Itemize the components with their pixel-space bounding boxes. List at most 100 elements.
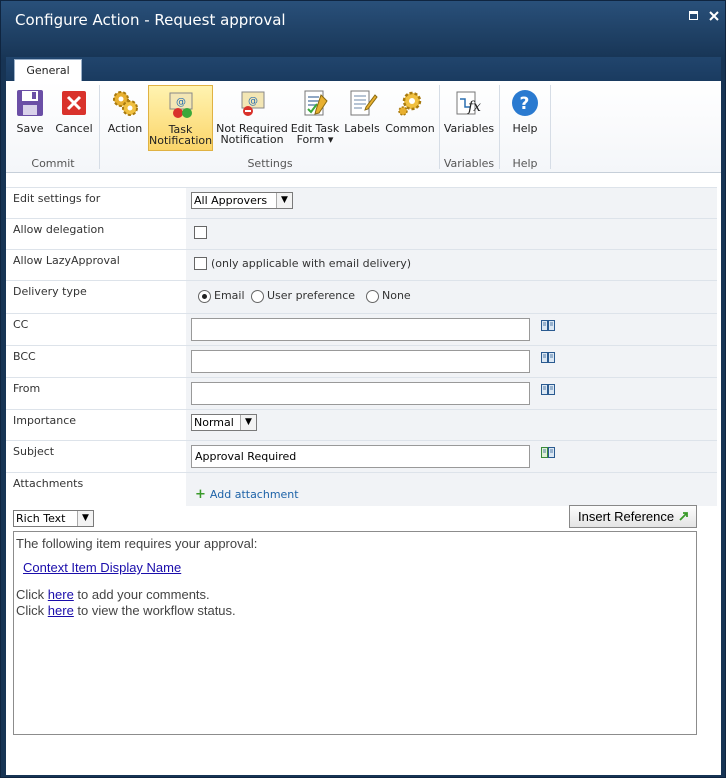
address-book-icon[interactable] bbox=[541, 320, 555, 331]
subject-input[interactable]: Approval Required bbox=[191, 445, 530, 468]
action-label: Action bbox=[107, 122, 143, 135]
help-icon: ? bbox=[512, 90, 538, 116]
bcc-cell bbox=[186, 346, 717, 377]
bcc-input[interactable] bbox=[191, 350, 530, 373]
attachments-cell: + Add attachment bbox=[186, 473, 717, 506]
action-button[interactable]: Action bbox=[105, 85, 145, 151]
lazyapproval-note: (only applicable with email delivery) bbox=[211, 257, 412, 270]
delivery-type-label: Delivery type bbox=[13, 285, 87, 298]
row-cc: CC bbox=[6, 313, 717, 345]
delivery-email-radio[interactable] bbox=[198, 290, 211, 303]
cancel-label: Cancel bbox=[55, 122, 93, 135]
edit-form-icon bbox=[304, 90, 328, 116]
dialog-title: Configure Action - Request approval bbox=[15, 11, 286, 29]
row-allow-lazyapproval: Allow LazyApproval (only applicable with… bbox=[6, 249, 717, 280]
ribbon: Save Cancel Action @ Task Notification @… bbox=[6, 81, 721, 173]
svg-text:@: @ bbox=[176, 97, 186, 108]
tab-general[interactable]: General bbox=[14, 59, 82, 83]
dropdown-arrow-icon: ▾ bbox=[324, 133, 334, 146]
configure-action-dialog: Configure Action - Request approval Gene… bbox=[0, 0, 726, 778]
help-button[interactable]: ? Help bbox=[505, 85, 545, 151]
row-from: From bbox=[6, 377, 717, 409]
row-subject: Subject Approval Required bbox=[6, 440, 717, 472]
row-delivery-type: Delivery type Email User preference None bbox=[6, 280, 717, 313]
dialog-content: General Save Cancel Action @ Task Notifi… bbox=[6, 57, 721, 775]
edit-settings-for-select[interactable]: All Approvers ▼ bbox=[191, 192, 293, 209]
save-button[interactable]: Save bbox=[10, 85, 50, 151]
variables-label: Variables bbox=[443, 122, 495, 135]
not-required-notification-button[interactable]: @ Not Required Notification bbox=[216, 85, 288, 151]
body-status-text: to view the workflow status. bbox=[73, 603, 236, 618]
allow-lazyapproval-checkbox[interactable] bbox=[194, 257, 207, 270]
not-required-notification-icon: @ bbox=[241, 91, 265, 116]
status-here-link[interactable]: here bbox=[48, 603, 74, 618]
close-icon[interactable] bbox=[707, 9, 721, 23]
svg-text:@: @ bbox=[248, 96, 258, 107]
task-notification-button[interactable]: @ Task Notification bbox=[148, 85, 213, 151]
delivery-email-label: Email bbox=[214, 289, 245, 302]
row-attachments: Attachments + Add attachment bbox=[6, 472, 717, 506]
common-button[interactable]: Common bbox=[385, 85, 435, 151]
allow-delegation-cell bbox=[186, 219, 717, 249]
cancel-button[interactable]: Cancel bbox=[54, 85, 94, 151]
from-cell bbox=[186, 378, 717, 409]
subject-label: Subject bbox=[13, 445, 55, 458]
edit-settings-for-cell: All Approvers ▼ bbox=[186, 188, 717, 218]
row-bcc: BCC bbox=[6, 345, 717, 377]
importance-select[interactable]: Normal ▼ bbox=[191, 414, 257, 431]
format-value: Rich Text bbox=[16, 512, 66, 525]
body-line-status: Click here to view the workflow status. bbox=[16, 603, 236, 618]
task-notification-label-line2: Notification bbox=[149, 134, 213, 147]
format-select[interactable]: Rich Text ▼ bbox=[13, 510, 94, 527]
cc-input[interactable] bbox=[191, 318, 530, 341]
group-settings: Settings bbox=[247, 157, 293, 170]
message-body-editor[interactable]: The following item requires your approva… bbox=[13, 531, 697, 735]
title-bar[interactable]: Configure Action - Request approval bbox=[1, 1, 725, 41]
body-click-text: Click bbox=[16, 603, 48, 618]
importance-value: Normal bbox=[194, 416, 234, 429]
group-commit: Commit bbox=[31, 157, 75, 170]
delivery-none-radio[interactable] bbox=[366, 290, 379, 303]
plus-icon: + bbox=[195, 487, 206, 502]
svg-text:?: ? bbox=[520, 94, 530, 114]
importance-cell: Normal ▼ bbox=[186, 410, 717, 440]
gears-icon bbox=[113, 91, 138, 116]
context-item-link[interactable]: Context Item Display Name bbox=[23, 560, 181, 575]
save-label: Save bbox=[16, 122, 44, 135]
tab-strip: General bbox=[6, 57, 721, 83]
gear-icon bbox=[398, 91, 422, 116]
bcc-label: BCC bbox=[13, 350, 36, 363]
task-notification-icon: @ bbox=[169, 92, 192, 118]
allow-lazyapproval-cell: (only applicable with email delivery) bbox=[186, 250, 717, 280]
variables-button[interactable]: fx Variables bbox=[443, 85, 495, 151]
common-label: Common bbox=[385, 122, 435, 135]
labels-icon bbox=[350, 90, 378, 116]
labels-label: Labels bbox=[344, 122, 380, 135]
allow-delegation-label: Allow delegation bbox=[13, 223, 105, 236]
subject-cell: Approval Required bbox=[186, 441, 717, 472]
group-separator bbox=[550, 85, 551, 169]
edit-task-form-button[interactable]: Edit Task Form ▾ bbox=[290, 85, 340, 151]
cancel-icon bbox=[62, 91, 86, 115]
allow-delegation-checkbox[interactable] bbox=[194, 226, 207, 239]
chevron-down-icon: ▼ bbox=[240, 415, 256, 430]
delivery-user-preference-radio[interactable] bbox=[251, 290, 264, 303]
insert-reference-label: Insert Reference bbox=[578, 509, 675, 524]
delivery-none-label: None bbox=[382, 289, 411, 302]
insert-reference-button[interactable]: Insert Reference bbox=[569, 505, 697, 528]
address-book-icon[interactable] bbox=[541, 447, 555, 458]
row-allow-delegation: Allow delegation bbox=[6, 218, 717, 249]
body-click-text: Click bbox=[16, 587, 48, 602]
edit-task-form-label-line2: Form bbox=[296, 133, 325, 146]
address-book-icon[interactable] bbox=[541, 384, 555, 395]
chevron-down-icon: ▼ bbox=[276, 193, 292, 208]
comments-here-link[interactable]: here bbox=[48, 587, 74, 602]
row-edit-settings-for: Edit settings for All Approvers ▼ bbox=[6, 187, 717, 218]
body-context-line: Context Item Display Name bbox=[23, 560, 181, 575]
add-attachment-link[interactable]: + Add attachment bbox=[195, 487, 299, 502]
labels-button[interactable]: Labels bbox=[342, 85, 382, 151]
maximize-icon[interactable] bbox=[687, 9, 701, 23]
address-book-icon[interactable] bbox=[541, 352, 555, 363]
from-label: From bbox=[13, 382, 41, 395]
from-input[interactable] bbox=[191, 382, 530, 405]
